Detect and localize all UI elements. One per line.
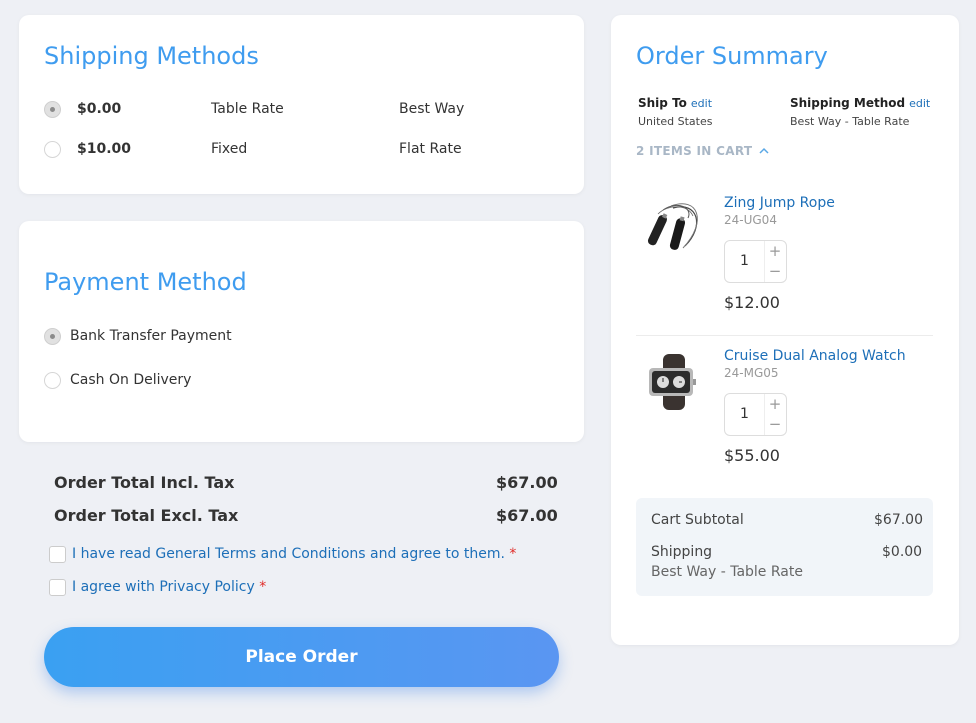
shipping-radio-fixed[interactable]: [44, 141, 61, 158]
product-price: $12.00: [724, 293, 780, 312]
terms-checkbox[interactable]: [49, 546, 66, 563]
privacy-agreement[interactable]: I agree with Privacy Policy *: [72, 579, 266, 595]
terms-link[interactable]: I have read General Terms and Conditions…: [72, 546, 505, 562]
shipping-method-block: Shipping Method edit: [790, 96, 930, 110]
items-in-cart-toggle[interactable]: 2 ITEMS IN CART: [636, 144, 769, 158]
shipping-price: $0.00: [77, 101, 122, 117]
order-total-excl-label: Order Total Excl. Tax: [54, 506, 239, 525]
shipping-total-value: $0.00: [882, 544, 923, 560]
cart-subtotal-label: Cart Subtotal: [651, 512, 744, 528]
payment-method-title: Payment Method: [44, 268, 247, 296]
shipping-methods-title: Shipping Methods: [44, 42, 259, 70]
shipping-total-method: Best Way - Table Rate: [651, 564, 803, 580]
jump-rope-thumbnail: [647, 203, 698, 250]
items-in-cart-label: 2 ITEMS IN CART: [636, 144, 753, 158]
chevron-up-icon: [759, 147, 769, 154]
product-sku: 24-MG05: [724, 366, 779, 380]
privacy-checkbox[interactable]: [49, 579, 66, 596]
ship-to-value: United States: [638, 115, 713, 128]
product-price: $55.00: [724, 446, 780, 465]
cart-subtotal-value: $67.00: [874, 512, 923, 528]
decrement-button[interactable]: −: [764, 261, 786, 281]
order-total-incl-value: $67.00: [496, 473, 558, 492]
shipping-method-value: Best Way - Table Rate: [790, 115, 910, 128]
shipping-method-name: Table Rate: [211, 101, 284, 117]
privacy-link[interactable]: I agree with Privacy Policy: [72, 579, 255, 595]
shipping-carrier: Flat Rate: [399, 141, 462, 157]
increment-button[interactable]: +: [764, 394, 786, 414]
shipping-radio-table-rate[interactable]: [44, 101, 61, 118]
terms-agreement[interactable]: I have read General Terms and Conditions…: [72, 546, 516, 562]
quantity-stepper[interactable]: 1 + −: [724, 240, 787, 283]
shipping-carrier: Best Way: [399, 101, 465, 117]
payment-option-label[interactable]: Cash On Delivery: [70, 372, 191, 388]
order-summary-title: Order Summary: [636, 42, 828, 70]
required-mark: *: [259, 579, 267, 595]
ship-to-edit-link[interactable]: edit: [691, 97, 712, 110]
required-mark: *: [509, 546, 517, 562]
payment-method-card: Payment Method Bank Transfer Payment Cas…: [19, 221, 584, 442]
order-total-excl-value: $67.00: [496, 506, 558, 525]
shipping-method-label: Shipping Method: [790, 96, 906, 110]
watch-thumbnail: [649, 354, 696, 410]
payment-radio-bank-transfer[interactable]: [44, 328, 61, 345]
shipping-method-name: Fixed: [211, 141, 248, 157]
quantity-value[interactable]: 1: [725, 241, 765, 282]
quantity-value[interactable]: 1: [725, 394, 765, 435]
shipping-total-label: Shipping: [651, 544, 713, 560]
product-name-link[interactable]: Zing Jump Rope: [724, 195, 835, 211]
quantity-stepper[interactable]: 1 + −: [724, 393, 787, 436]
item-divider: [636, 335, 933, 336]
shipping-method-edit-link[interactable]: edit: [909, 97, 930, 110]
place-order-button[interactable]: Place Order: [44, 627, 559, 687]
product-sku: 24-UG04: [724, 213, 777, 227]
order-total-incl-label: Order Total Incl. Tax: [54, 473, 235, 492]
payment-radio-cash-on-delivery[interactable]: [44, 372, 61, 389]
decrement-button[interactable]: −: [764, 414, 786, 434]
increment-button[interactable]: +: [764, 241, 786, 261]
shipping-price: $10.00: [77, 141, 132, 157]
ship-to-block: Ship To edit: [638, 96, 712, 110]
product-name-link[interactable]: Cruise Dual Analog Watch: [724, 348, 906, 364]
payment-option-label[interactable]: Bank Transfer Payment: [70, 328, 232, 344]
shipping-methods-card: Shipping Methods $0.00 Table Rate Best W…: [19, 15, 584, 194]
ship-to-label: Ship To: [638, 96, 687, 110]
